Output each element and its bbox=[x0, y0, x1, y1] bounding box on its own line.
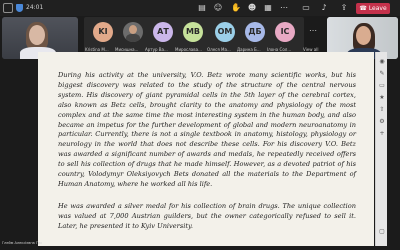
leave-label: Leave bbox=[368, 5, 387, 12]
more-icon[interactable]: ⋯ bbox=[278, 3, 290, 13]
mic-icon[interactable]: ♪ bbox=[318, 3, 330, 13]
add-icon[interactable]: + bbox=[378, 130, 386, 138]
speaker-name-caption: Глейм Алексієвна Гиськ bbox=[2, 241, 42, 245]
shared-document: During his activity at the university, V… bbox=[38, 52, 374, 246]
reactions-icon[interactable]: ☻ bbox=[246, 3, 258, 13]
settings-icon[interactable]: ⚙ bbox=[378, 118, 386, 126]
app-icon[interactable] bbox=[3, 3, 13, 13]
shield-icon bbox=[16, 4, 23, 12]
share-icon[interactable]: ⇪ bbox=[338, 3, 350, 13]
raise-hand-icon[interactable]: ✋ bbox=[230, 3, 242, 13]
comment-icon[interactable]: ▭ bbox=[378, 82, 386, 90]
meeting-timer: 24:01 bbox=[26, 4, 44, 11]
expand-icon[interactable]: ▢ bbox=[378, 228, 386, 236]
title-bar: 24:01 ▤ ☺ ✋ ☻ ▦ ⋯ ▭ ♪ ⇪ ☎ Leave bbox=[0, 0, 400, 16]
participant-avatar: АТ bbox=[153, 22, 173, 42]
document-paragraph: During his activity at the university, V… bbox=[58, 71, 356, 188]
speaker-face bbox=[29, 25, 45, 45]
phone-icon: ☎ bbox=[359, 5, 367, 12]
participant-avatar: MB bbox=[183, 22, 203, 42]
zoom-icon[interactable]: ◉ bbox=[378, 58, 386, 66]
camera-icon[interactable]: ▭ bbox=[300, 3, 312, 13]
participant-avatar: OM bbox=[215, 22, 235, 42]
star-icon[interactable]: ★ bbox=[378, 94, 386, 102]
leave-button[interactable]: ☎ Leave bbox=[356, 3, 390, 14]
edit-icon[interactable]: ✎ bbox=[378, 70, 386, 78]
document-paragraph: He was awarded a silver medal for his co… bbox=[58, 202, 356, 230]
share-doc-icon[interactable]: ⇧ bbox=[378, 106, 386, 114]
meeting-window: 24:01 ▤ ☺ ✋ ☻ ▦ ⋯ ▭ ♪ ⇪ ☎ Leave KI Kristi… bbox=[0, 0, 400, 250]
participant-face bbox=[356, 26, 371, 45]
document-side-toolbar[interactable]: ◉ ✎ ▭ ★ ⇧ ⚙ + ▢ bbox=[375, 52, 387, 246]
chat-icon[interactable]: ▤ bbox=[196, 3, 208, 13]
view-icon[interactable]: ▦ bbox=[262, 3, 274, 13]
participant-photo bbox=[123, 22, 143, 42]
participant-avatar: IC bbox=[275, 22, 295, 42]
people-icon[interactable]: ☺ bbox=[212, 3, 224, 13]
photo-body bbox=[126, 34, 140, 42]
participant-avatar: ДБ bbox=[245, 22, 265, 42]
participant-avatar: KI bbox=[93, 22, 113, 42]
people-group-icon: ⋯ bbox=[309, 26, 317, 35]
photo-head bbox=[129, 25, 137, 34]
